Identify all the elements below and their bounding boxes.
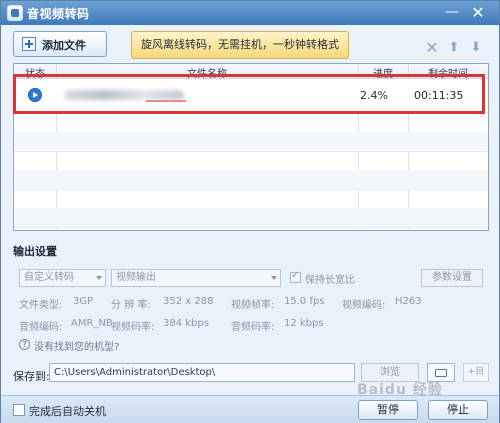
- selection-highlight-box: [13, 74, 485, 114]
- extra-button[interactable]: +目: [463, 363, 489, 382]
- table-row-empty: [14, 189, 488, 209]
- keep-ratio-label: 保持长宽比: [305, 275, 355, 286]
- close-button[interactable]: ✕: [467, 4, 489, 21]
- add-file-label: 添加文件: [42, 39, 86, 52]
- add-file-icon: [22, 37, 36, 51]
- help-icon: ?: [19, 339, 30, 350]
- chevron-down-icon: [271, 276, 277, 280]
- video-bitrate-value: 384 kbps: [163, 318, 209, 329]
- add-file-button[interactable]: 添加文件: [13, 31, 107, 57]
- preset-value: 自定义转码: [24, 272, 74, 283]
- auto-shutdown-label: 完成后自动关机: [29, 405, 106, 418]
- app-icon: [7, 5, 23, 21]
- video-codec-value: H263: [395, 296, 422, 307]
- table-row-empty: [14, 113, 488, 133]
- delete-icon[interactable]: ✕: [425, 40, 439, 56]
- save-to-label: 保存到:: [13, 370, 50, 383]
- frame-rate-label: 视频帧率:: [231, 300, 275, 311]
- window-title: 音视频转码: [27, 7, 90, 21]
- video-bitrate-label: 视频码率:: [111, 322, 155, 333]
- video-output-select[interactable]: 视频输出: [111, 269, 281, 287]
- chevron-down-icon: [96, 276, 102, 280]
- resolution-label: 分 辨 率:: [111, 300, 151, 311]
- resolution-value: 352 x 288: [163, 296, 214, 307]
- footer-bar: 完成后自动关机 暂停 停止: [1, 395, 499, 423]
- audio-codec-label: 音频编码:: [19, 322, 63, 333]
- video-output-value: 视频输出: [116, 272, 156, 283]
- file-type-value: 3GP: [73, 296, 94, 307]
- table-row-empty: [14, 170, 488, 190]
- move-up-icon[interactable]: ⬆: [447, 41, 461, 55]
- keep-ratio-checkbox[interactable]: [290, 270, 301, 283]
- minimize-button[interactable]: —: [441, 4, 463, 21]
- offline-transcode-banner[interactable]: 旋风离线转码，无需挂机，一秒钟转格式: [131, 31, 349, 59]
- auto-shutdown-checkbox[interactable]: [13, 404, 25, 416]
- move-down-icon[interactable]: ⬇: [469, 41, 483, 55]
- audio-codec-value: AMR_NB: [71, 318, 113, 329]
- output-settings-title: 输出设置: [13, 245, 57, 258]
- title-bar: 音视频转码 — ✕: [1, 1, 499, 25]
- audio-bitrate-value: 12 kbps: [284, 318, 324, 329]
- table-row-empty: [14, 208, 488, 228]
- param-settings-button[interactable]: 参数设置: [421, 269, 483, 287]
- video-codec-label: 视频编码:: [342, 300, 386, 311]
- file-type-label: 文件类型:: [19, 300, 63, 311]
- device-not-found-link[interactable]: 没有找到您的机型?: [34, 338, 119, 353]
- save-path-field[interactable]: C:\Users\Administrator\Desktop\: [49, 363, 355, 382]
- toolbar: 添加文件 旋风离线转码，无需挂机，一秒钟转格式 ✕ ⬆ ⬇: [1, 25, 499, 61]
- preset-select[interactable]: 自定义转码: [19, 269, 106, 287]
- stop-button[interactable]: 停止: [428, 400, 488, 420]
- pause-button[interactable]: 暂停: [358, 400, 418, 420]
- transcoder-window: 音视频转码 — ✕ 添加文件 旋风离线转码，无需挂机，一秒钟转格式 ✕ ⬆ ⬇ …: [0, 0, 500, 423]
- frame-rate-value: 15.0 fps: [284, 296, 325, 307]
- table-row-empty: [14, 151, 488, 171]
- audio-bitrate-label: 音频码率:: [231, 322, 275, 333]
- table-row-empty: [14, 132, 488, 152]
